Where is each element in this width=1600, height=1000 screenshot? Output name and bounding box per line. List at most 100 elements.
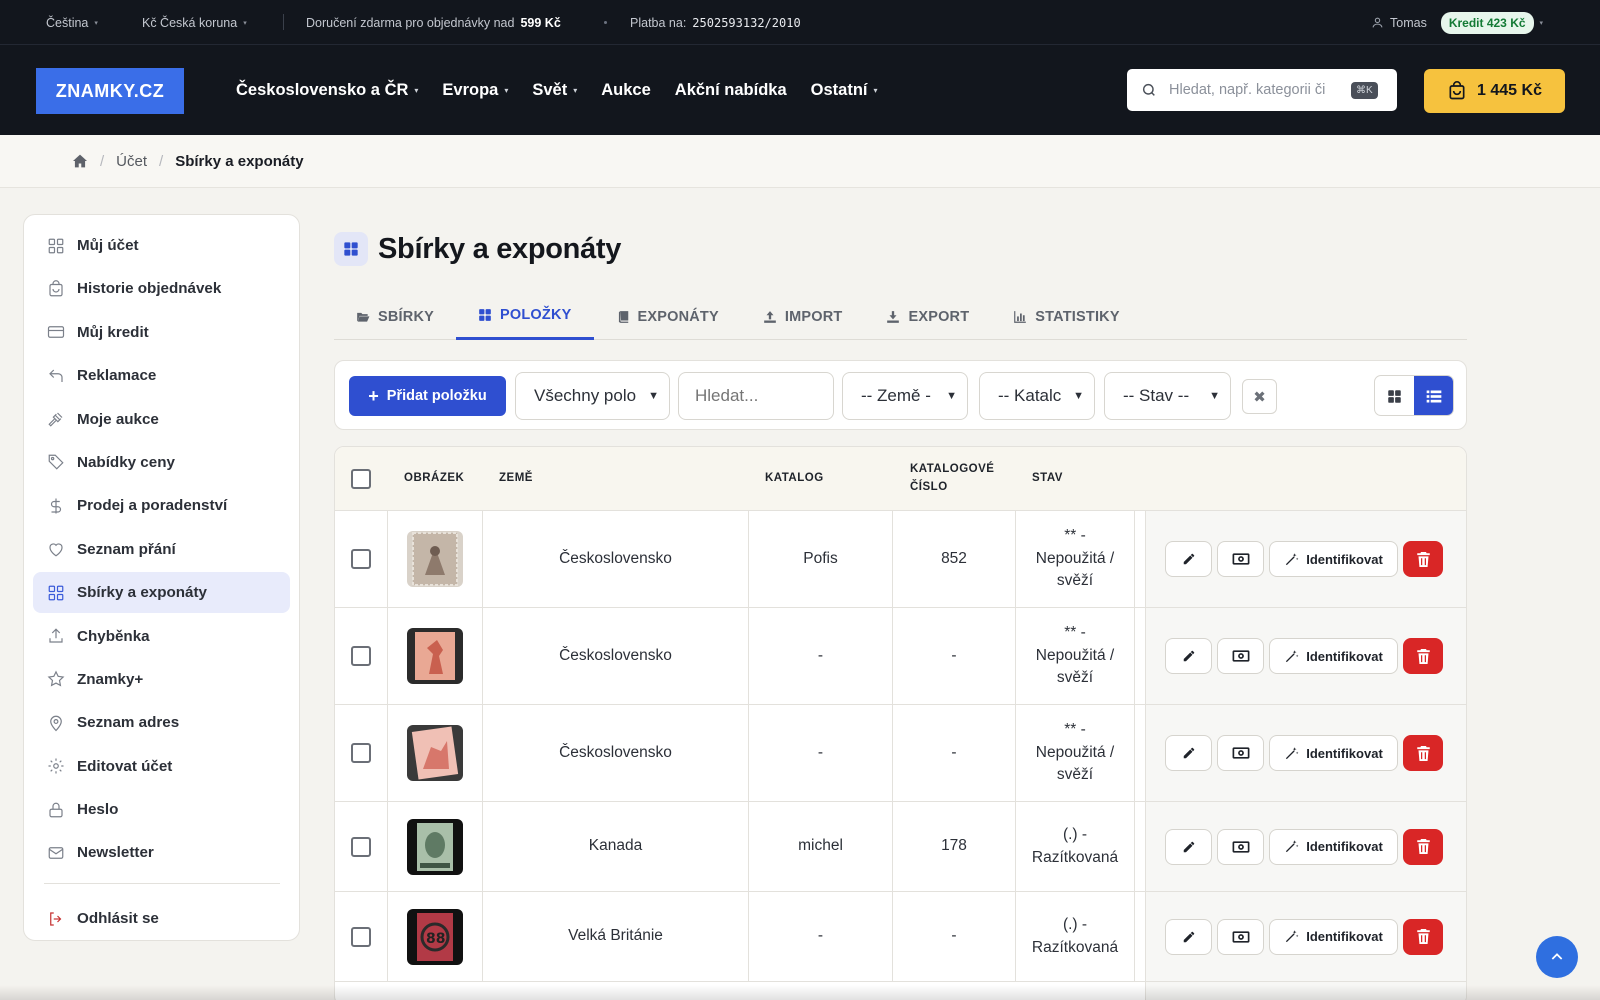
- sidebar-item-seznam-adres[interactable]: Seznam adres: [33, 702, 290, 743]
- edit-button[interactable]: [1165, 735, 1212, 771]
- bar-chart-icon: [1014, 310, 1027, 323]
- sidebar-item-historie-objednavek[interactable]: Historie objednávek: [33, 268, 290, 309]
- row-checkbox[interactable]: [351, 549, 371, 569]
- delete-button[interactable]: [1403, 638, 1443, 674]
- add-item-button[interactable]: + Přidat položku: [349, 376, 506, 416]
- breadcrumb: / Účet / Sbírky a exponáty: [0, 135, 1600, 188]
- sidebar-item-seznam-prani[interactable]: Seznam přání: [33, 529, 290, 570]
- delete-button[interactable]: [1403, 918, 1443, 955]
- tab-exponaty[interactable]: EXPONÁTY: [594, 293, 741, 340]
- sidebar-item-znamky-plus[interactable]: Znamky+: [33, 659, 290, 700]
- identify-label: Identifikovat: [1306, 839, 1383, 854]
- row-checkbox[interactable]: [351, 836, 371, 857]
- stamp-thumbnail[interactable]: [407, 725, 463, 781]
- language-selector[interactable]: Čeština ▾: [46, 0, 98, 45]
- chevron-up-icon: [1551, 953, 1563, 960]
- cart-button[interactable]: 1 445 Kč: [1424, 69, 1565, 113]
- menu-item-evropa[interactable]: Evropa ▾: [442, 81, 508, 100]
- site-logo[interactable]: ZNAMKY.CZ: [36, 68, 184, 114]
- item-search-input[interactable]: [695, 386, 823, 406]
- table-row: Československo - - ** - Nepoužitá / svěž…: [335, 608, 1466, 705]
- sidebar-item-newsletter[interactable]: Newsletter: [33, 832, 290, 873]
- stamp-thumbnail[interactable]: [407, 818, 463, 875]
- stamp-thumbnail[interactable]: 88: [407, 908, 463, 965]
- clear-filters-button[interactable]: ✖: [1242, 379, 1277, 414]
- sidebar-item-nabidky-ceny[interactable]: Nabídky ceny: [33, 442, 290, 483]
- catalog-cell: Pofis: [749, 511, 893, 607]
- delete-button[interactable]: [1403, 828, 1443, 865]
- sidebar-item-muj-kredit[interactable]: Můj kredit: [33, 312, 290, 353]
- trash-icon: [1416, 929, 1430, 944]
- sidebar-item-reklamace[interactable]: Reklamace: [33, 355, 290, 396]
- edit-button[interactable]: [1165, 828, 1212, 865]
- price-button[interactable]: [1217, 918, 1264, 955]
- edit-button[interactable]: [1165, 638, 1212, 674]
- grid-view-button[interactable]: [1375, 376, 1414, 415]
- catalog-select[interactable]: -- Katalc ▼: [979, 372, 1095, 420]
- home-icon[interactable]: [72, 154, 88, 168]
- menu-item-aukce[interactable]: Aukce: [601, 81, 651, 100]
- country-select[interactable]: -- Země - ▼: [842, 372, 968, 420]
- menu-item-ceskoslovensko[interactable]: Československo a ČR ▾: [236, 81, 418, 100]
- sidebar-item-label: Seznam přání: [77, 540, 176, 558]
- price-button[interactable]: [1217, 828, 1264, 865]
- item-filter-select[interactable]: Všechny polo ▼: [515, 372, 670, 420]
- sidebar-item-editovat-ucet[interactable]: Editovat účet: [33, 746, 290, 787]
- stamp-thumbnail[interactable]: [407, 531, 463, 587]
- search-input[interactable]: [1169, 82, 1339, 98]
- sidebar-item-label: Editovat účet: [77, 757, 173, 775]
- user-menu[interactable]: Tomas Kredit 423 Kč ▾: [1371, 0, 1543, 45]
- row-checkbox[interactable]: [351, 743, 371, 763]
- sidebar-item-heslo[interactable]: Heslo: [33, 789, 290, 830]
- bottom-shadow: [0, 985, 1600, 1000]
- menu-item-svet[interactable]: Svět ▾: [532, 81, 577, 100]
- identify-button[interactable]: Identifikovat: [1269, 638, 1398, 674]
- country-cell: Velká Británie: [483, 892, 749, 981]
- price-button[interactable]: [1217, 541, 1264, 577]
- user-icon: [1372, 17, 1383, 28]
- trash-icon: [1416, 648, 1430, 664]
- state-cell: (.) - Razítkovaná: [1016, 802, 1135, 891]
- identify-button[interactable]: Identifikovat: [1269, 918, 1398, 955]
- shipping-info: Doručení zdarma pro objednávky nad 599 K…: [306, 0, 561, 45]
- tab-polozky[interactable]: POLOŽKY: [456, 293, 594, 340]
- search-field[interactable]: [678, 372, 834, 420]
- tab-sbirky[interactable]: SBÍRKY: [334, 293, 456, 340]
- chevron-down-icon: ▼: [1209, 390, 1220, 402]
- edit-button[interactable]: [1165, 541, 1212, 577]
- tab-import[interactable]: IMPORT: [741, 293, 865, 340]
- sidebar-item-muj-ucet[interactable]: Můj účet: [33, 225, 290, 266]
- menu-item-akcni-nabidka[interactable]: Akční nabídka: [675, 81, 787, 100]
- breadcrumb-item-ucet[interactable]: Účet: [116, 153, 147, 170]
- scroll-to-top-button[interactable]: [1536, 936, 1578, 978]
- identify-button[interactable]: Identifikovat: [1269, 735, 1398, 771]
- checkbox[interactable]: [351, 469, 371, 489]
- row-checkbox[interactable]: [351, 646, 371, 666]
- currency-selector[interactable]: Kč Česká koruna ▾: [142, 0, 247, 45]
- price-button[interactable]: [1217, 638, 1264, 674]
- row-checkbox[interactable]: [351, 926, 371, 947]
- logout-button[interactable]: Odhlásit se: [33, 898, 290, 939]
- price-button[interactable]: [1217, 735, 1264, 771]
- edit-button[interactable]: [1165, 918, 1212, 955]
- sidebar-item-prodej[interactable]: Prodej a poradenství: [33, 485, 290, 526]
- sidebar-item-moje-aukce[interactable]: Moje aukce: [33, 399, 290, 440]
- delete-button[interactable]: [1403, 735, 1443, 771]
- items-table: OBRÁZEK ZEMĚ KATALOG KATALOGOVÉ ČÍSLO ST…: [334, 446, 1467, 1000]
- stamp-thumbnail[interactable]: [407, 628, 463, 684]
- identify-button[interactable]: Identifikovat: [1269, 828, 1398, 865]
- select-all-checkbox[interactable]: [351, 447, 371, 511]
- menu-item-ostatni[interactable]: Ostatní ▾: [811, 81, 878, 100]
- sidebar-item-chybenka[interactable]: Chyběnka: [33, 616, 290, 657]
- sidebar-item-sbirky[interactable]: Sbírky a exponáty: [33, 572, 290, 614]
- identify-button[interactable]: Identifikovat: [1269, 541, 1398, 577]
- add-item-label: Přidat položku: [386, 388, 487, 404]
- tab-label: EXPONÁTY: [637, 308, 719, 325]
- state-select[interactable]: -- Stav -- ▼: [1104, 372, 1231, 420]
- delete-button[interactable]: [1403, 541, 1443, 577]
- tab-statistiky[interactable]: STATISTIKY: [991, 293, 1141, 340]
- tab-export[interactable]: EXPORT: [864, 293, 991, 340]
- main-header: ZNAMKY.CZ Československo a ČR ▾ Evropa ▾ S…: [0, 45, 1600, 135]
- list-view-button[interactable]: [1414, 376, 1453, 415]
- state-line: Nepoužitá /: [1035, 549, 1115, 567]
